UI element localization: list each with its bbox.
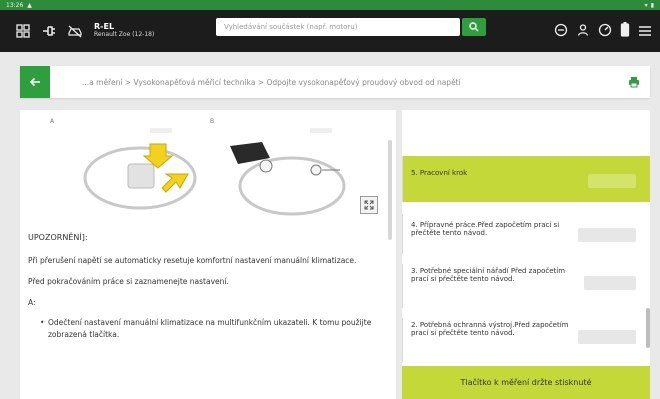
figure-label-b: B (210, 118, 215, 125)
battery-icon: ▮ (650, 1, 654, 9)
instruction-text: UPOZORNĚNÍ]: Při přerušení napětí se aut… (28, 232, 378, 341)
expand-icon (364, 200, 374, 210)
vehicle-info: R-EL Renault Zoe (12-18) (94, 22, 155, 39)
notification-icon: ▲ (27, 1, 32, 9)
status-time: 13:26 (6, 1, 24, 9)
search-button[interactable] (462, 18, 486, 36)
plug-icon[interactable] (36, 18, 62, 44)
step-label: 4. Přípravné práce.Před započetím prací … (411, 221, 560, 237)
wifi-icon: ▾ (644, 1, 648, 9)
arrow-left-icon (29, 77, 40, 87)
step-status-badge (578, 330, 636, 344)
back-button[interactable] (20, 66, 50, 98)
content-scrollbar[interactable] (388, 140, 392, 240)
user-icon[interactable] (576, 22, 590, 41)
figure-label-a: A (50, 118, 55, 125)
print-button[interactable] (626, 74, 642, 90)
step-item-4[interactable]: 4. Přípravné práce.Před započetím prací … (402, 214, 650, 254)
instruction-figure: A B (30, 116, 396, 226)
steps-scrollbar[interactable] (646, 308, 650, 348)
step-status-badge (588, 174, 636, 188)
status-bar: 13:26 ▲ ▾ ▮ (0, 0, 660, 10)
hamburger-menu-icon[interactable] (638, 22, 652, 41)
breadcrumb-bar: ...a měření > Vysokonapěťová měřicí tech… (20, 66, 650, 98)
appbar-actions (554, 10, 652, 52)
expand-image-button[interactable] (360, 196, 378, 214)
battery-status-icon[interactable] (620, 21, 630, 41)
steering-wheel-illustration (83, 128, 346, 216)
step-item-5[interactable]: 5. Pracovní krok (402, 156, 650, 202)
list-item: Odečtení nastavení manuální klimatizace … (40, 317, 378, 340)
step-status-badge (584, 276, 636, 290)
component-search-input[interactable]: Vyhledávání součástek (např. motoru) (216, 18, 460, 36)
vehicle-model: Renault Zoe (12-18) (94, 31, 155, 39)
step-item-2[interactable]: 2. Potřebná ochranná výstroj.Před započe… (402, 318, 650, 362)
step-label: 5. Pracovní krok (411, 169, 468, 177)
step-label: 2. Potřebná ochranná výstroj.Před započe… (411, 321, 569, 337)
steps-panel: 5. Pracovní krok 4. Přípravné práce.Před… (402, 110, 650, 399)
breadcrumb[interactable]: ...a měření > Vysokonapěťová měřicí tech… (82, 78, 461, 87)
warning-text: Při přerušení napětí se automaticky rese… (28, 256, 357, 266)
section-label: A: (28, 297, 36, 307)
search-icon (469, 22, 479, 32)
car-off-icon[interactable] (62, 18, 88, 44)
instruction-list: Odečtení nastavení manuální klimatizace … (28, 317, 378, 340)
gauge-icon[interactable] (598, 22, 612, 41)
step-status-badge (578, 228, 636, 242)
step-label: 3. Potřebné speciální nářadí Před započe… (411, 267, 566, 283)
warning-title: UPOZORNĚNÍ]: (28, 233, 88, 242)
hold-measure-button[interactable]: Tlačítko k měření držte stisknuté (402, 366, 650, 399)
note-text: Před pokračováním práce si zaznamenejte … (28, 277, 229, 287)
minus-circle-icon[interactable] (554, 22, 568, 41)
step-item-3[interactable]: 3. Potřebné speciální nářadí Před započe… (402, 264, 650, 308)
printer-icon (629, 77, 639, 88)
search-placeholder: Vyhledávání součástek (např. motoru) (224, 23, 358, 31)
instruction-panel: A B UPOZORNĚNÍ]: Při přerušení napětí se… (20, 110, 396, 399)
grid-menu-icon[interactable] (10, 18, 36, 44)
